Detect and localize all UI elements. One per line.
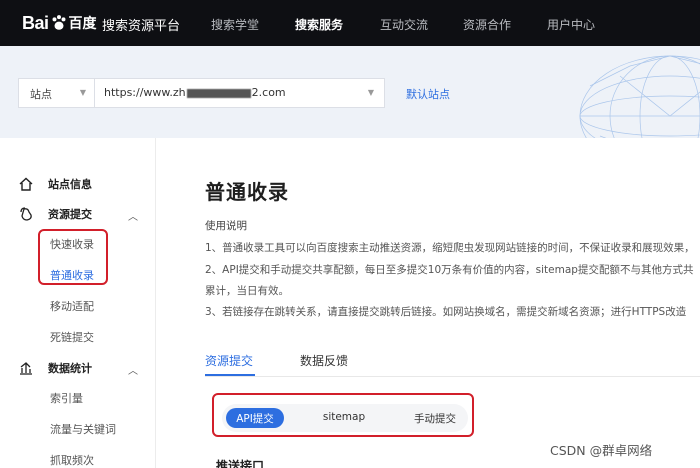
site-url-select[interactable]: https://www.zh 2.com ▼ [94, 78, 385, 108]
top-nav-bar: Bai 百度 搜索资源平台 搜索学堂 搜索服务 互动交流 资源合作 用户中心 [0, 0, 700, 46]
platform-name: 搜索资源平台 [102, 19, 181, 34]
sidebar-group-stats[interactable]: 数据统计 [18, 360, 92, 376]
nav-item-cooperation[interactable]: 资源合作 [463, 16, 511, 33]
usage-line: 累计，当日有效。 [205, 285, 289, 297]
site-type-select[interactable]: 站点 ▼ [18, 78, 94, 108]
section-title: 推送接口 [216, 459, 265, 468]
tab-data-feedback[interactable]: 数据反馈 [300, 352, 348, 369]
page-title: 普通收录 [205, 180, 289, 204]
sidebar-group-label: 数据统计 [48, 362, 92, 375]
logo-text-baidu: 百度 [68, 16, 97, 32]
tab-resource-submit[interactable]: 资源提交 [205, 352, 253, 369]
sidebar-group-label: 站点信息 [48, 178, 92, 191]
usage-line: 2、API提交和手动提交共享配额，每日至多提交10万条有价值的内容，sitema… [205, 264, 694, 276]
default-site-link[interactable]: 默认站点 [406, 86, 450, 102]
site-selector-bar: 站点 ▼ https://www.zh 2.com ▼ 默认站点 [0, 46, 700, 138]
chevron-down-icon: ▼ [367, 88, 374, 97]
highlight-box [212, 393, 474, 437]
chevron-up-icon[interactable]: ︿ [128, 208, 138, 223]
globe-decoration-icon [579, 55, 700, 138]
chevron-down-icon: ▼ [79, 88, 86, 97]
nav-item-community[interactable]: 互动交流 [380, 16, 428, 33]
site-url-prefix: https://www.zh [104, 86, 186, 99]
chevron-up-icon[interactable]: ︿ [128, 362, 138, 377]
home-icon [19, 177, 33, 191]
sidebar-item-traffic-keywords[interactable]: 流量与关键词 [50, 421, 116, 437]
site-type-label: 站点 [30, 88, 52, 101]
site-url-suffix: 2.com [251, 86, 286, 99]
baidu-logo[interactable]: Bai 百度 [22, 11, 97, 35]
sidebar-item-crawl-frequency[interactable]: 抓取频次 [50, 452, 94, 468]
submit-icon [20, 207, 32, 221]
stats-icon [20, 362, 32, 375]
usage-line: 1、普通收录工具可以向百度搜索主动推送资源，缩短爬虫发现网站链接的时间，不保证收… [205, 242, 695, 254]
active-tab-indicator [205, 374, 255, 376]
tab-divider [205, 376, 700, 377]
sidebar-item-mobile-adapt[interactable]: 移动适配 [50, 298, 94, 314]
usage-line: 3、若链接存在跳转关系，请直接提交跳转后链接。如网站换域名，需提交新域名资源；进… [205, 306, 687, 318]
sidebar-item-dead-link[interactable]: 死链提交 [50, 329, 94, 345]
sidebar: 站点信息 资源提交 ︿ 快速收录 普通收录 移动适配 死链提交 数据统计 ︿ 索… [0, 138, 156, 468]
watermark: CSDN @群卓网络 [548, 440, 655, 459]
sidebar-item-site-info[interactable]: 站点信息 [18, 176, 92, 192]
sidebar-group-submit[interactable]: 资源提交 [18, 206, 92, 222]
sidebar-group-label: 资源提交 [48, 208, 92, 221]
nav-item-services[interactable]: 搜索服务 [295, 16, 343, 33]
usage-title: 使用说明 [205, 220, 247, 232]
nav-item-learn[interactable]: 搜索学堂 [211, 16, 259, 33]
paw-icon [52, 15, 65, 30]
sidebar-item-index-count[interactable]: 索引量 [50, 390, 83, 406]
logo-text-bai: Bai [22, 12, 49, 33]
redacted-text [186, 88, 251, 98]
highlight-box [38, 229, 108, 285]
nav-item-user-center[interactable]: 用户中心 [547, 16, 595, 33]
